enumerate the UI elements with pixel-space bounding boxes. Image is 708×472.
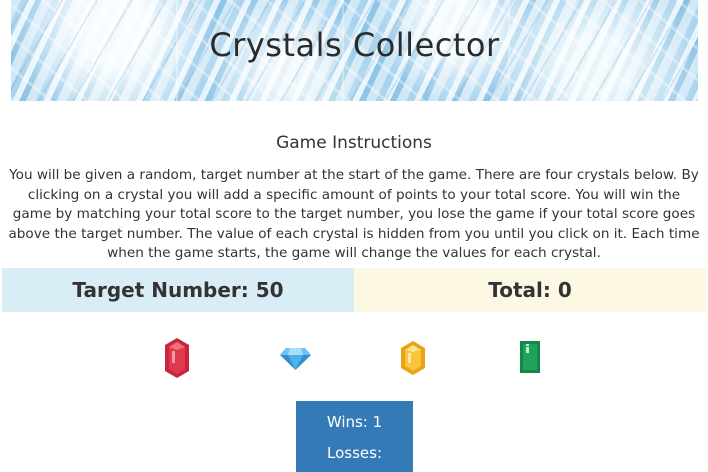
instructions-text: You will be given a random, target numbe… — [8, 167, 700, 261]
target-number: Target Number: 50 — [2, 268, 354, 312]
total-score: Total: 0 — [354, 268, 706, 312]
blue-diamond-icon — [280, 348, 311, 370]
losses-count: Losses: — [327, 444, 382, 462]
instructions-title: Game Instructions — [276, 133, 432, 153]
scoreboard: Wins: 1 Losses: — [296, 401, 413, 472]
wins-count: Wins: 1 — [326, 413, 383, 431]
header-banner: Crystals Collector — [11, 0, 698, 101]
green-gem-icon — [520, 341, 540, 373]
red-gem-icon — [165, 338, 189, 378]
crystal-button-green[interactable] — [519, 340, 541, 374]
yellow-gem-icon — [401, 341, 425, 375]
crystal-button-red[interactable] — [164, 337, 190, 379]
crystal-button-yellow[interactable] — [400, 340, 426, 376]
page-title: Crystals Collector — [209, 26, 500, 64]
crystal-button-blue[interactable] — [279, 347, 312, 371]
